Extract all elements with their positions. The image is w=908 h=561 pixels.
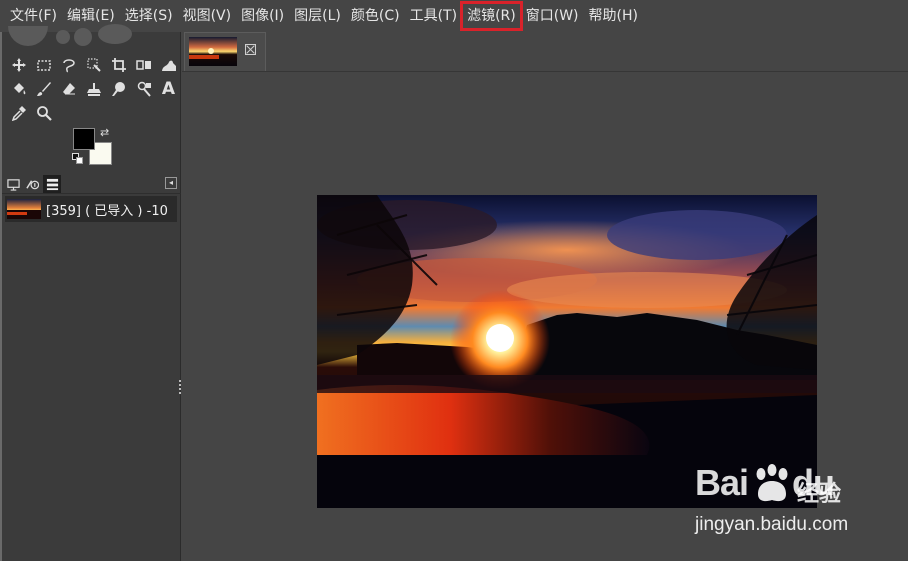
toolbox-panel: A ⇄ ◂ [359] (已导入) -10 — [0, 24, 181, 561]
window-edge — [0, 32, 2, 561]
menu-bar: 文件(F) 编辑(E) 选择(S) 视图(V) 图像(I) 图层(L) 颜色(C… — [0, 0, 908, 32]
image-list-item[interactable]: [359] ( 已导入 ) -10 — [5, 196, 177, 222]
text-tool-icon[interactable]: A — [156, 78, 181, 100]
bucket-fill-icon[interactable] — [6, 78, 31, 100]
dodge-burn-icon[interactable] — [131, 78, 156, 100]
paw-icon — [756, 464, 788, 502]
sunset-image-tab[interactable] — [184, 32, 266, 71]
menu-colors[interactable]: 颜色(C) — [347, 4, 404, 28]
watermark-url: jingyan.baidu.com — [695, 514, 849, 535]
menu-file[interactable]: 文件(F) — [6, 4, 61, 28]
free-select-icon[interactable] — [56, 54, 81, 76]
menu-help[interactable]: 帮助(H) — [585, 4, 642, 28]
dock-tab-bar: ◂ — [0, 174, 181, 194]
menu-filters[interactable]: 滤镜(R) — [460, 1, 523, 31]
device-status-icon[interactable] — [4, 175, 22, 193]
image-thumbnail — [7, 199, 41, 219]
crop-icon[interactable] — [106, 54, 131, 76]
dock-menu-button[interactable]: ◂ — [165, 177, 177, 189]
color-picker-icon[interactable] — [6, 102, 31, 124]
baidu-watermark: Bai du 经验 jingyan.baidu.com — [695, 462, 895, 542]
clone-icon[interactable] — [81, 78, 106, 100]
smudge-icon[interactable] — [106, 78, 131, 100]
menu-windows[interactable]: 窗口(W) — [522, 4, 583, 28]
foreground-color-swatch[interactable] — [73, 128, 95, 150]
menu-layer[interactable]: 图层(L) — [290, 4, 345, 28]
color-selector: ⇄ — [70, 126, 120, 170]
close-tab-icon[interactable] — [245, 44, 256, 55]
swap-colors-icon[interactable]: ⇄ — [100, 126, 109, 139]
menu-view[interactable]: 视图(V) — [179, 4, 236, 28]
fuzzy-select-icon[interactable] — [81, 54, 106, 76]
zoom-icon[interactable] — [31, 102, 56, 124]
menu-tools[interactable]: 工具(T) — [406, 4, 461, 28]
menu-image[interactable]: 图像(I) — [237, 4, 288, 28]
tool-options-icon[interactable] — [23, 175, 41, 193]
tab-thumbnail — [189, 37, 237, 66]
move-tool-icon[interactable] — [6, 54, 31, 76]
menu-select[interactable]: 选择(S) — [121, 4, 177, 28]
eraser-icon[interactable] — [56, 78, 81, 100]
image-list-label: [359] ( 已导入 ) -10 — [46, 203, 168, 219]
warp-transform-icon[interactable] — [156, 54, 181, 76]
unified-transform-icon[interactable] — [131, 54, 156, 76]
image-tab-bar — [182, 32, 908, 72]
paintbrush-icon[interactable] — [31, 78, 56, 100]
rect-select-icon[interactable] — [31, 54, 56, 76]
wilber-drop-area[interactable] — [8, 24, 173, 46]
watermark-brand: 经验 — [797, 482, 842, 507]
default-colors-icon[interactable] — [72, 153, 83, 164]
images-icon[interactable] — [43, 175, 61, 193]
